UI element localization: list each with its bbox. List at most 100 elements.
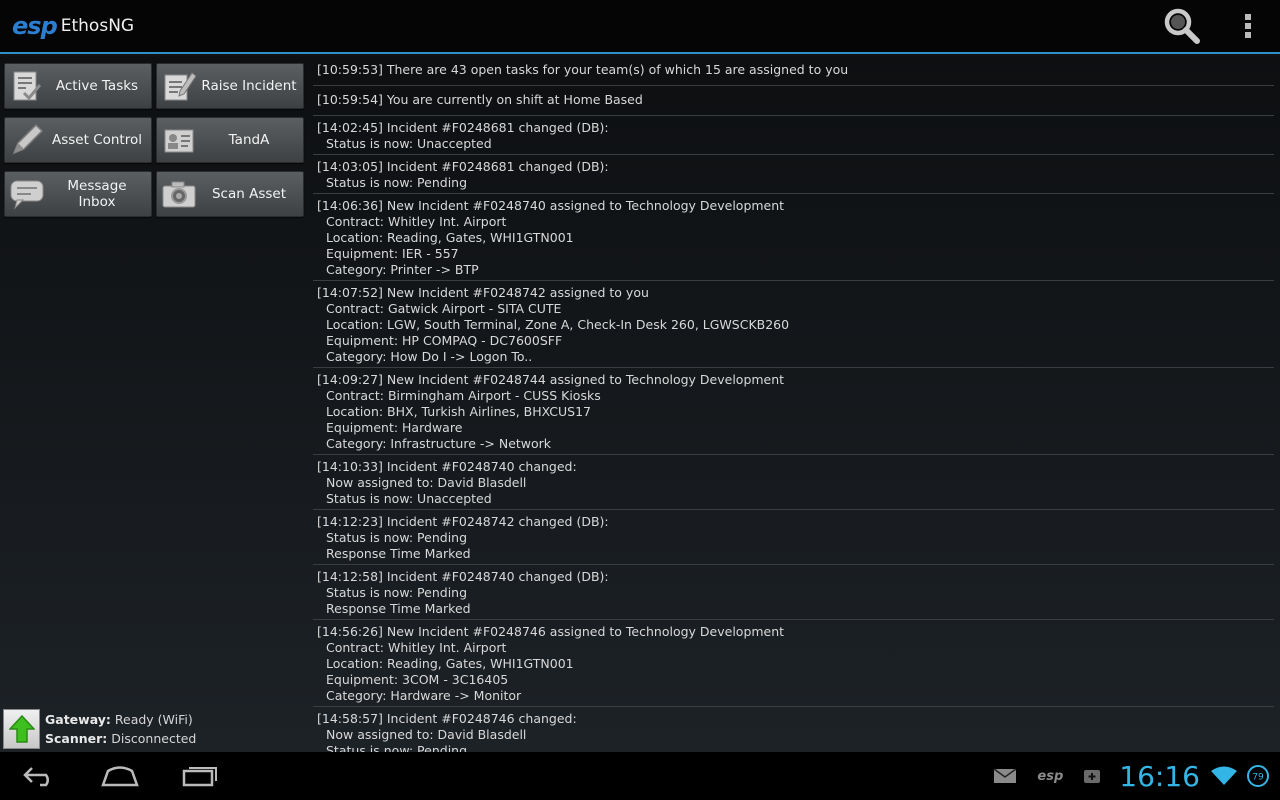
left-panel: Active Tasks Raise Incident Asset Contro… — [0, 56, 308, 752]
recent-apps-button[interactable] — [160, 752, 240, 800]
log-entry-detail: Category: How Do I -> Logon To.. — [326, 349, 533, 364]
log-entry-header: [14:12:58] Incident #F0248740 changed (D… — [317, 569, 609, 584]
edit-note-icon — [157, 64, 201, 108]
home-icon — [101, 766, 139, 787]
log-entry-header: [14:56:26] New Incident #F0248746 assign… — [317, 624, 785, 639]
log-entry[interactable]: [10:59:54] You are currently on shift at… — [313, 86, 1274, 116]
log-entry[interactable]: [10:59:53] There are 43 open tasks for y… — [313, 56, 1274, 86]
log-entry-header: [14:58:57] Incident #F0248746 changed: — [317, 711, 577, 726]
log-entry-detail: Location: LGW, South Terminal, Zone A, C… — [326, 317, 790, 332]
gateway-value: Ready (WiFi) — [114, 712, 193, 727]
scanner-status: Scanner: Disconnected — [45, 729, 196, 748]
log-entry-detail: Location: Reading, Gates, WHI1GTN001 — [326, 656, 574, 671]
tanda-label: TandA — [228, 132, 270, 148]
back-button[interactable] — [0, 752, 80, 800]
log-entry-detail: Status is now: Pending — [326, 530, 468, 545]
log-entry-detail: Status is now: Pending — [326, 585, 468, 600]
main-content: Active Tasks Raise Incident Asset Contro… — [0, 56, 1280, 752]
log-entry[interactable]: [14:03:05] Incident #F0248681 changed (D… — [313, 155, 1274, 194]
id-card-icon — [157, 118, 201, 162]
log-entry-detail: Location: BHX, Turkish Airlines, BHXCUS1… — [326, 404, 591, 419]
log-entry-header: [14:09:27] New Incident #F0248744 assign… — [317, 372, 785, 387]
esp-logo: esp — [12, 12, 58, 40]
log-entry[interactable]: [14:02:45] Incident #F0248681 changed (D… — [313, 116, 1274, 155]
log-entry-detail: Contract: Birmingham Airport - CUSS Kios… — [326, 388, 601, 403]
connection-status: Gateway: Ready (WiFi) Scanner: Disconnec… — [3, 707, 308, 751]
log-entry-detail: Category: Printer -> BTP — [326, 262, 479, 277]
wifi-icon — [1210, 765, 1238, 787]
search-button[interactable] — [1156, 0, 1208, 53]
log-entry-detail: Equipment: 3COM - 3C16405 — [326, 672, 509, 687]
log-entry-detail: Contract: Gatwick Airport - SITA CUTE — [326, 301, 562, 316]
log-entry-detail: Category: Infrastructure -> Network — [326, 436, 552, 451]
status-text: Gateway: Ready (WiFi) Scanner: Disconnec… — [45, 710, 196, 748]
log-entry-detail: Equipment: IER - 557 — [326, 246, 459, 261]
upload-arrow-icon[interactable] — [3, 709, 40, 749]
log-entry-detail: Status is now: Unaccepted — [326, 136, 492, 151]
active-tasks-label: Active Tasks — [55, 78, 139, 94]
mail-icon — [993, 767, 1017, 785]
scanner-label: Scanner: — [45, 731, 108, 746]
log-entry-header: [14:10:33] Incident #F0248740 changed: — [317, 459, 577, 474]
status-tray[interactable]: esp 16:16 79 — [983, 752, 1272, 800]
log-entry[interactable]: [14:06:36] New Incident #F0248740 assign… — [313, 194, 1274, 281]
task-list-icon — [5, 64, 49, 108]
log-entry[interactable]: [14:56:26] New Incident #F0248746 assign… — [313, 620, 1274, 707]
clock: 16:16 — [1119, 759, 1200, 793]
log-entry-detail: Now assigned to: David Blasdell — [326, 727, 527, 742]
home-button[interactable] — [80, 752, 160, 800]
message-inbox-button[interactable]: Message Inbox — [4, 171, 152, 217]
log-entry-header: [14:06:36] New Incident #F0248740 assign… — [317, 198, 785, 213]
esp-notification-icon: esp — [1037, 768, 1064, 784]
event-log[interactable]: [10:59:53] There are 43 open tasks for y… — [313, 56, 1274, 752]
log-entry[interactable]: [14:10:33] Incident #F0248740 changed: No… — [313, 455, 1274, 510]
log-entry-detail: Status is now: Unaccepted — [326, 491, 492, 506]
action-bar: esp EthosNG — [0, 0, 1280, 54]
asset-control-button[interactable]: Asset Control — [4, 117, 152, 163]
log-entry[interactable]: [14:09:27] New Incident #F0248744 assign… — [313, 368, 1274, 455]
log-entry-detail: Equipment: HP COMPAQ - DC7600SFF — [326, 333, 563, 348]
log-entry[interactable]: [14:07:52] New Incident #F0248742 assign… — [313, 281, 1274, 368]
add-notification-icon — [1083, 767, 1101, 785]
battery-level: 79 — [1252, 773, 1264, 783]
log-entry-detail: Status is now: Pending — [326, 743, 468, 752]
camera-icon — [157, 172, 201, 216]
pencil-icon — [5, 118, 49, 162]
log-entry-header: [10:59:54] You are currently on shift at… — [317, 92, 643, 107]
active-tasks-button[interactable]: Active Tasks — [4, 63, 152, 109]
log-entry-detail: Contract: Whitley Int. Airport — [326, 214, 507, 229]
gateway-label: Gateway: — [45, 712, 111, 727]
message-inbox-label: Message Inbox — [67, 178, 127, 210]
log-entry-detail: Contract: Whitley Int. Airport — [326, 640, 507, 655]
scanner-value: Disconnected — [111, 731, 197, 746]
gateway-status: Gateway: Ready (WiFi) — [45, 710, 196, 729]
log-entry-header: [14:12:23] Incident #F0248742 changed (D… — [317, 514, 609, 529]
recent-apps-icon — [182, 767, 217, 787]
system-bar: esp 16:16 79 — [0, 752, 1280, 800]
log-entry-header: [14:07:52] New Incident #F0248742 assign… — [317, 285, 649, 300]
speech-bubble-icon — [5, 172, 49, 216]
tanda-button[interactable]: TandA — [156, 117, 304, 163]
log-entry[interactable]: [14:58:57] Incident #F0248746 changed: No… — [313, 707, 1274, 752]
app-title: EthosNG — [60, 16, 135, 36]
overflow-menu-button[interactable] — [1222, 0, 1274, 53]
scan-asset-button[interactable]: Scan Asset — [156, 171, 304, 217]
log-entry-detail: Location: Reading, Gates, WHI1GTN001 — [326, 230, 574, 245]
app-logo[interactable]: esp EthosNG — [12, 12, 134, 40]
log-entry-detail: Equipment: Hardware — [326, 420, 463, 435]
log-entry-detail: Now assigned to: David Blasdell — [326, 475, 527, 490]
log-entry-detail: Response Time Marked — [326, 546, 471, 561]
overflow-menu-icon — [1245, 14, 1251, 38]
log-entry-detail: Status is now: Pending — [326, 175, 468, 190]
log-entry-detail: Category: Hardware -> Monitor — [326, 688, 522, 703]
log-entry[interactable]: [14:12:23] Incident #F0248742 changed (D… — [313, 510, 1274, 565]
back-icon — [23, 767, 49, 787]
log-entry[interactable]: [14:12:58] Incident #F0248740 changed (D… — [313, 565, 1274, 620]
log-entry-detail: Response Time Marked — [326, 601, 471, 616]
log-entry-header: [14:02:45] Incident #F0248681 changed (D… — [317, 120, 609, 135]
search-icon — [1164, 8, 1200, 44]
raise-incident-label: Raise Incident — [201, 78, 297, 94]
raise-incident-button[interactable]: Raise Incident — [156, 63, 304, 109]
log-entry-header: [10:59:53] There are 43 open tasks for y… — [317, 62, 849, 77]
log-entry-header: [14:03:05] Incident #F0248681 changed (D… — [317, 159, 609, 174]
